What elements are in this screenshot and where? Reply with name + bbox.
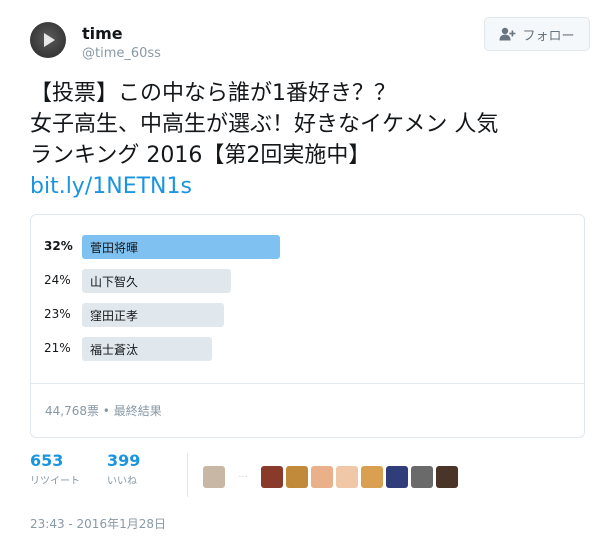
liker-avatar-placeholder: ··· [238, 471, 248, 483]
poll-footer: 44,768票 • 最終結果 [45, 404, 162, 418]
liker-avatar[interactable] [203, 466, 225, 488]
retweet-stat[interactable]: 653 リツイート [30, 451, 80, 487]
add-user-icon [499, 27, 516, 41]
author-avatar[interactable] [30, 22, 66, 58]
poll-option-percent: 32% [44, 239, 73, 253]
like-stat[interactable]: 399 いいね [107, 451, 140, 487]
poll-option: 24% 山下智久 [44, 269, 564, 293]
poll-option: 21% 福士蒼汰 [44, 337, 564, 361]
liker-avatar[interactable] [311, 466, 333, 488]
liker-avatar[interactable] [361, 466, 383, 488]
play-icon [44, 33, 55, 47]
poll-card: 32% 菅田将暉 24% 山下智久 23% 窪田正孝 21% 福士蒼汰 44,7… [30, 214, 585, 438]
liker-avatar[interactable] [336, 466, 358, 488]
tweet-header: time @time_60ss フォロー [30, 16, 590, 64]
retweet-count[interactable]: 653 [30, 451, 80, 470]
retweet-caption: リツイート [30, 476, 80, 487]
like-count[interactable]: 399 [107, 451, 140, 470]
poll-option-percent: 21% [44, 341, 71, 355]
poll-option-percent: 23% [44, 307, 71, 321]
tweet-text: 【投票】この中なら誰が1番好き？？ 女子高生、中高生が選ぶ！好きなイケメン 人気… [30, 78, 590, 202]
tweet-stats: 653 リツイート 399 いいね ··· [30, 451, 590, 503]
poll-option: 23% 窪田正孝 [44, 303, 564, 327]
tweet-text-line: ランキング 2016【第2回実施中】 [30, 143, 371, 168]
liker-avatar[interactable] [411, 466, 433, 488]
poll-option-percent: 24% [44, 273, 71, 287]
tweet-timestamp[interactable]: 23:43 - 2016年1月28日 [30, 515, 166, 532]
poll-option-label: 窪田正孝 [90, 309, 139, 323]
poll-option-label: 菅田将暉 [90, 241, 139, 255]
liker-avatar[interactable] [286, 466, 308, 488]
follow-button-label: フォロー [522, 28, 575, 44]
liker-avatar[interactable] [436, 466, 458, 488]
poll-option-label: 山下智久 [90, 275, 139, 289]
poll-option: 32% 菅田将暉 [44, 235, 564, 259]
tweet-link[interactable]: bit.ly/1NETN1s [30, 171, 590, 202]
stats-divider [187, 453, 188, 497]
poll-divider [31, 383, 584, 384]
liker-avatar[interactable] [386, 466, 408, 488]
poll-option-label: 福士蒼汰 [90, 343, 139, 357]
tweet-text-line: 女子高生、中高生が選ぶ！好きなイケメン 人気 [30, 112, 499, 137]
follow-button[interactable]: フォロー [484, 17, 590, 51]
like-caption: いいね [107, 476, 137, 487]
tweet-text-line: 【投票】この中なら誰が1番好き？？ [30, 81, 396, 106]
author-handle[interactable]: @time_60ss [82, 46, 161, 61]
liker-avatars: ··· [203, 465, 461, 489]
author-name[interactable]: time [82, 24, 123, 43]
liker-avatar[interactable] [261, 466, 283, 488]
